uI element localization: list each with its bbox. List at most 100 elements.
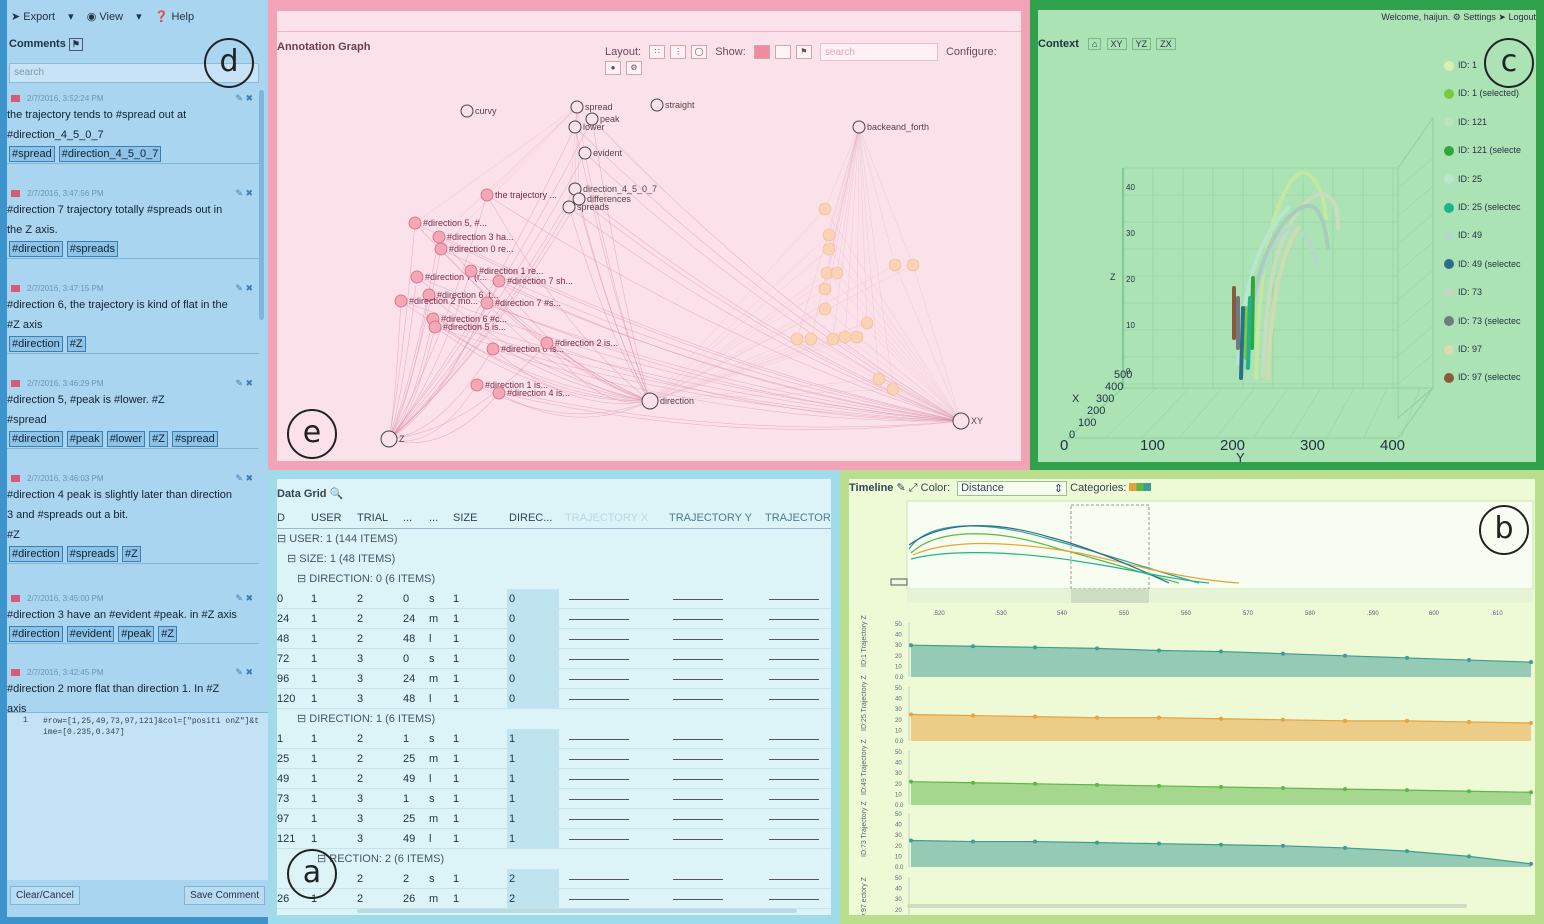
edit-delete-icons[interactable]: ✎ ✖ (235, 593, 253, 604)
timeline-overview[interactable] (906, 500, 1534, 590)
tag-chip[interactable]: #Z (158, 626, 178, 642)
graph-comment-node[interactable] (428, 320, 442, 334)
tag-chip[interactable]: #spreads (66, 546, 118, 562)
grid-column-header[interactable]: TRIAL (357, 512, 388, 524)
grid-vscroll[interactable] (831, 531, 835, 547)
table-row[interactable]: 73 1 3 1 s 1 1 (277, 789, 831, 809)
graph-comment-node[interactable] (906, 258, 920, 272)
graph-tag-node[interactable] (952, 412, 970, 430)
graph-comment-node[interactable] (888, 258, 902, 272)
track-point[interactable] (1467, 854, 1471, 859)
graph-comment-node[interactable] (434, 242, 448, 256)
track-point[interactable] (1467, 719, 1471, 724)
track-point[interactable] (1157, 841, 1161, 846)
comment-item[interactable]: ✎ ✖ 2/7/2016, 3:46:03 PM #direction 4 peak… (7, 470, 259, 564)
graph-comment-node[interactable] (492, 274, 506, 288)
grid-column-header[interactable]: TRAJECTORY X (565, 512, 648, 524)
graph-comment-node[interactable] (818, 282, 832, 296)
comment-item[interactable]: ✎ ✖ 2/7/2016, 3:52:24 PM the trajectory te… (7, 90, 259, 164)
track-point[interactable] (1281, 717, 1285, 722)
graph-comment-node[interactable] (830, 266, 844, 280)
layout-grid-button[interactable]: ⋮ (670, 45, 687, 60)
table-row[interactable]: 1 1 2 1 s 1 1 (277, 729, 831, 749)
track-point[interactable] (1033, 839, 1037, 844)
graph-comment-node[interactable] (826, 332, 840, 346)
track-point[interactable] (1095, 715, 1099, 720)
graph-comment-node[interactable] (838, 330, 852, 344)
graph-tag-node[interactable] (650, 98, 664, 112)
comment-item[interactable]: ✎ ✖ 2/7/2016, 3:47:56 PM #direction 7 traj… (7, 185, 259, 259)
graph-comment-node[interactable] (886, 382, 900, 396)
track-point[interactable] (1033, 781, 1037, 786)
comment-editor[interactable]: 1 #row=[1,25,49,73,97,121]&col=["positi … (7, 712, 268, 880)
logout-link[interactable]: ➤ Logout (1498, 12, 1536, 22)
grid-column-header[interactable]: ... (403, 512, 412, 524)
collapse-icon[interactable]: ⊟ (297, 713, 309, 725)
graph-tag-node[interactable] (641, 392, 659, 410)
tag-chip[interactable]: #Z (121, 546, 141, 562)
graph-comment-node[interactable] (408, 216, 422, 230)
grid-group-header[interactable]: ⊟ DIRECTION: 0 (6 ITEMS) (297, 572, 435, 585)
track-point[interactable] (1405, 655, 1409, 660)
grid-column-header[interactable]: DIREC... (509, 512, 552, 524)
track-point[interactable] (909, 779, 913, 784)
timeline-chart[interactable]: 30040050060070080090010100.520.530540550… (849, 479, 1535, 915)
graph-tag-node[interactable] (568, 120, 582, 134)
graph-comment-node[interactable] (822, 228, 836, 242)
table-row[interactable]: 25 1 2 25 m 1 1 (277, 749, 831, 769)
collapse-icon[interactable]: ⊟ (297, 573, 309, 585)
graph-tag-node[interactable] (380, 430, 398, 448)
track-point[interactable] (1529, 861, 1533, 866)
table-row[interactable]: 96 1 3 24 m 1 0 (277, 669, 831, 689)
grid-column-header[interactable]: TRAJECTORY (765, 512, 831, 524)
track-point[interactable] (1343, 787, 1347, 792)
graph-tag-node[interactable] (852, 120, 866, 134)
track-point[interactable] (1219, 716, 1223, 721)
track-point[interactable] (1157, 783, 1161, 788)
grid-group-header[interactable]: ⊟ RECTION: 2 (6 ITEMS) (317, 852, 444, 865)
clear-cancel-button[interactable]: Clear/Cancel (10, 886, 80, 905)
legend-item[interactable]: ID: 121 (selecte (1444, 145, 1521, 156)
track-point[interactable] (909, 838, 913, 843)
selected-trajectory-segment[interactable] (1246, 296, 1252, 370)
track-point[interactable] (1529, 660, 1533, 665)
track-point[interactable] (971, 644, 975, 649)
legend-item[interactable]: ID: 97 (1444, 344, 1482, 355)
collapse-icon[interactable]: ⊟ (277, 533, 289, 545)
track-point[interactable] (1343, 845, 1347, 850)
graph-comment-node[interactable] (464, 264, 478, 278)
legend-item[interactable]: ID: 1 (selected) (1444, 88, 1519, 100)
edit-delete-icons[interactable]: ✎ ✖ (235, 473, 253, 484)
annotation-graph[interactable]: curvy spreadpeaklowerstraightbackeand_for… (277, 59, 1021, 459)
track-point[interactable] (1095, 646, 1099, 651)
track-point[interactable] (1095, 782, 1099, 787)
graph-tag-node[interactable] (570, 100, 584, 114)
track-point[interactable] (1281, 786, 1285, 791)
comments-scrollbar[interactable] (259, 90, 264, 320)
collapse-icon[interactable]: ⊟ (287, 553, 299, 565)
view-zx-button[interactable]: ZX (1156, 38, 1176, 50)
graph-tag-node[interactable] (562, 200, 576, 214)
tag-chip[interactable]: #direction (9, 626, 63, 642)
tag-chip[interactable]: #Z (66, 336, 86, 352)
comment-item[interactable]: ✎ ✖ 2/7/2016, 3:45:00 PM #direction 3 have… (7, 590, 259, 644)
table-row[interactable]: 2 2 s 1 2 (277, 869, 831, 889)
selected-trajectory-segment[interactable] (1239, 306, 1245, 380)
table-row[interactable]: 49 1 2 49 l 1 1 (277, 769, 831, 789)
grid-column-header[interactable]: D (277, 512, 285, 524)
home-view-button[interactable]: ⌂ (1088, 38, 1102, 50)
tag-chip[interactable]: #lower (106, 431, 146, 447)
layout-circle-button[interactable]: ◯ (691, 45, 708, 60)
tag-chip[interactable]: #direction (9, 336, 63, 352)
graph-tag-node[interactable] (460, 104, 474, 118)
layout-scatter-button[interactable]: ∷ (649, 45, 666, 60)
graph-comment-node[interactable] (850, 330, 864, 344)
graph-comment-node[interactable] (860, 316, 874, 330)
tag-chip[interactable]: #Z (149, 431, 168, 447)
track-point[interactable] (1529, 790, 1533, 795)
graph-comment-node[interactable] (804, 332, 818, 346)
track-point[interactable] (1529, 720, 1533, 725)
track-point[interactable] (1467, 658, 1471, 663)
graph-comment-node[interactable] (818, 302, 832, 316)
grid-group-header[interactable]: ⊟ USER: 1 (144 ITEMS) (277, 532, 397, 545)
